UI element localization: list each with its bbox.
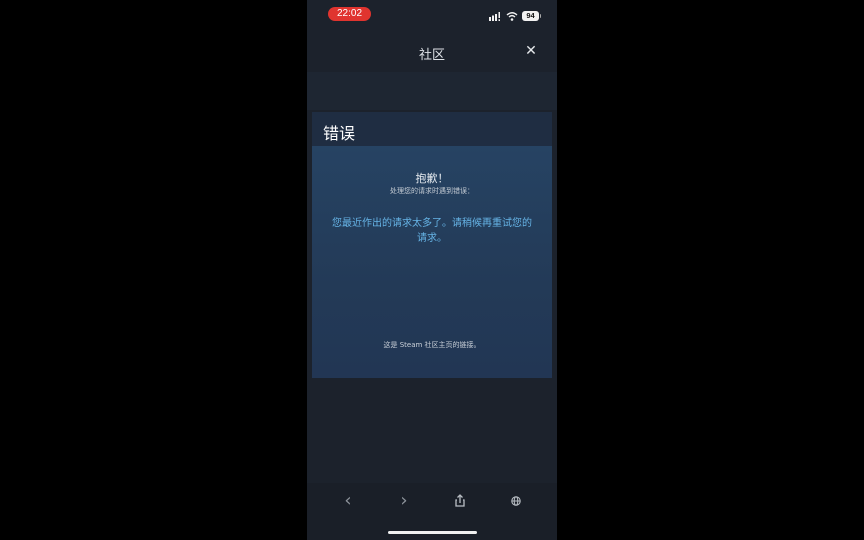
globe-icon[interactable] [507,492,525,510]
battery-icon: 94 [522,11,541,21]
web-content: 错误 抱歉！ 处理您的请求时遇到错误： 您最近作出的请求太多了。请稍候再重试您的… [307,72,557,483]
status-time: 22:02 [328,7,371,21]
phone-screen: 22:02 94 社区 ✕ 错误 抱歉！ 处理您的请求时遇到错误： 您最近作出的… [307,0,557,540]
status-bar: 22:02 94 [307,0,557,30]
home-indicator[interactable] [388,531,477,534]
error-message: 您最近作出的请求太多了。请稍候再重试您的请求。 [332,218,532,244]
error-heading: 抱歉！ [415,172,449,185]
share-icon[interactable] [451,492,469,510]
community-home-link[interactable]: 这是 Steam 社区主页的链接。 [312,340,552,350]
error-subheading: 处理您的请求时遇到错误： [390,187,474,195]
back-button[interactable]: ‹ [339,492,357,510]
close-icon[interactable]: ✕ [524,44,538,58]
error-panel: 错误 抱歉！ 处理您的请求时遇到错误： 您最近作出的请求太多了。请稍候再重试您的… [312,112,552,378]
error-body: 抱歉！ 处理您的请求时遇到错误： 您最近作出的请求太多了。请稍候再重试您的请求。… [312,146,552,378]
forward-button[interactable]: › [395,492,413,510]
browser-toolbar: ‹ › [307,483,557,518]
nav-title: 社区 [418,48,445,63]
error-title: 错误 [323,124,356,143]
cellular-signal-icon [489,12,500,21]
page-header-strip [307,72,557,110]
nav-bar: 社区 ✕ [307,30,557,72]
home-indicator-area [307,518,557,540]
wifi-icon [506,12,518,21]
error-title-bar: 错误 [312,112,552,146]
